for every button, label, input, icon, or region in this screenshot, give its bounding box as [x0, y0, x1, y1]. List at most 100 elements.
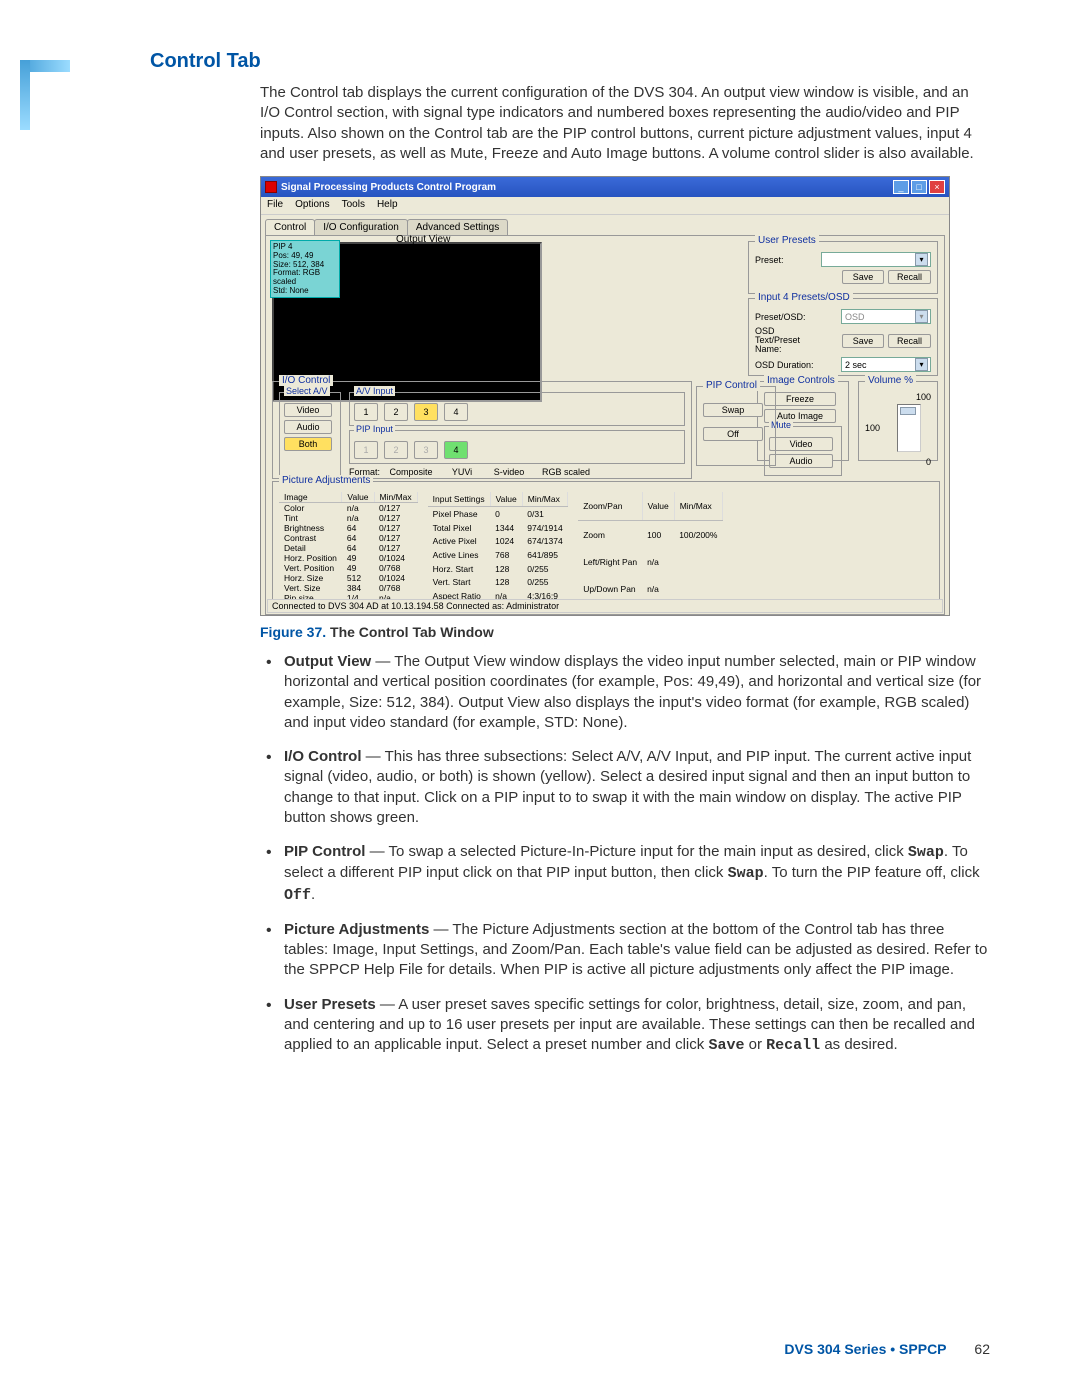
list-item: I/O Control — This has three subsections…	[260, 747, 990, 828]
menu-help[interactable]: Help	[377, 199, 398, 212]
intro-paragraph: The Control tab displays the current con…	[260, 83, 990, 164]
av-input-1[interactable]: 1	[354, 403, 378, 421]
select-both-button[interactable]: Both	[284, 437, 332, 451]
table-row[interactable]: Horz. Size5120/1024	[279, 573, 417, 583]
pip-input-2[interactable]: 2	[384, 441, 408, 459]
preset-select[interactable]: ▾	[821, 252, 931, 267]
mute-video-button[interactable]: Video	[769, 437, 833, 451]
minimize-button[interactable]: _	[893, 180, 909, 194]
volume-legend: Volume %	[865, 375, 916, 386]
preset-recall-button[interactable]: Recall	[888, 270, 931, 284]
close-button[interactable]: ×	[929, 180, 945, 194]
pip-input-1[interactable]: 1	[354, 441, 378, 459]
app-window: Signal Processing Products Control Progr…	[260, 176, 950, 616]
table-row[interactable]: Vert. Size3840/768	[279, 583, 417, 593]
table-header: Value	[642, 492, 674, 520]
image-table: ImageValueMin/MaxColorn/a0/127Tintn/a0/1…	[279, 492, 418, 603]
preset-osd-select[interactable]: OSD▾	[841, 309, 931, 324]
corner-accent-v	[20, 60, 30, 130]
volume-slider[interactable]	[897, 404, 921, 452]
maximize-button[interactable]: □	[911, 180, 927, 194]
table-row[interactable]: Pixel Phase00/31	[428, 506, 568, 520]
preset-osd-label: Preset/OSD:	[755, 312, 806, 322]
table-row[interactable]: Vert. Start1280/255	[428, 576, 568, 590]
table-row[interactable]: Total Pixel1344974/1914	[428, 521, 568, 535]
pip-swap-button[interactable]: Swap	[703, 403, 763, 417]
table-row[interactable]: Active Lines768641/895	[428, 548, 568, 562]
osd-duration-label: OSD Duration:	[755, 360, 814, 370]
picture-adjustments-group: Picture Adjustments ImageValueMin/MaxCol…	[272, 481, 940, 603]
page-footer: DVS 304 Series • SPPCP 62	[784, 1341, 990, 1357]
av-input-legend: A/V Input	[354, 386, 395, 396]
table-row[interactable]: Detail640/127	[279, 543, 417, 553]
menubar: File Options Tools Help	[261, 197, 949, 215]
app-icon	[265, 181, 277, 193]
tab-advanced-settings[interactable]: Advanced Settings	[407, 219, 508, 235]
table-header: Min/Max	[674, 492, 722, 520]
table-row[interactable]: Tintn/a0/127	[279, 513, 417, 523]
image-controls-legend: Image Controls	[764, 375, 838, 386]
pip-input-4[interactable]: 4	[444, 441, 468, 459]
input-settings-table: Input SettingsValueMin/MaxPixel Phase00/…	[428, 492, 569, 603]
io-control-legend: I/O Control	[279, 375, 333, 386]
pip-input-legend: PIP Input	[354, 424, 395, 434]
footer-breadcrumb: DVS 304 Series • SPPCP	[784, 1341, 946, 1357]
input4-recall-button[interactable]: Recall	[888, 334, 931, 348]
av-input-2[interactable]: 2	[384, 403, 408, 421]
preset-save-button[interactable]: Save	[842, 270, 884, 284]
table-row[interactable]: Brightness640/127	[279, 523, 417, 533]
select-audio-button[interactable]: Audio	[284, 420, 332, 434]
titlebar: Signal Processing Products Control Progr…	[261, 177, 949, 197]
input4-save-button[interactable]: Save	[842, 334, 884, 348]
pip-off-button[interactable]: Off	[703, 427, 763, 441]
page-number: 62	[974, 1341, 990, 1357]
select-av-legend: Select A/V	[284, 386, 330, 396]
table-header: Min/Max	[522, 492, 567, 506]
chevron-down-icon: ▾	[915, 358, 928, 371]
pip-line: Format: RGB scaled	[273, 269, 337, 287]
select-video-button[interactable]: Video	[284, 403, 332, 417]
user-presets-legend: User Presets	[755, 235, 819, 246]
figure-caption: Figure 37. The Control Tab Window	[260, 624, 990, 640]
mute-audio-button[interactable]: Audio	[769, 454, 833, 468]
table-header: Zoom/Pan	[578, 492, 642, 520]
pip-thumbnail: PIP 4 Pos: 49, 49 Size: 512, 384 Format:…	[270, 240, 340, 298]
format-3: S-video	[486, 467, 532, 477]
volume-min: 0	[865, 457, 931, 467]
av-input-3[interactable]: 3	[414, 403, 438, 421]
table-row[interactable]: Colorn/a0/127	[279, 503, 417, 514]
osd-duration-select[interactable]: 2 sec▾	[841, 357, 931, 372]
table-row[interactable]: Vert. Position490/768	[279, 563, 417, 573]
volume-max: 100	[865, 392, 931, 402]
page-heading: Control Tab	[150, 50, 990, 73]
table-header: Value	[490, 492, 522, 506]
tab-panel-control: Output View PIP 4 Pos: 49, 49 Size: 512,…	[265, 235, 945, 615]
tab-control[interactable]: Control	[265, 219, 315, 235]
table-row[interactable]: Horz. Position490/1024	[279, 553, 417, 563]
menu-options[interactable]: Options	[295, 199, 329, 212]
pip-control-legend: PIP Control	[703, 380, 760, 391]
table-header: Image	[279, 492, 342, 503]
table-row[interactable]: Zoom100100/200%	[578, 520, 722, 548]
av-input-4[interactable]: 4	[444, 403, 468, 421]
table-row[interactable]: Horz. Start1280/255	[428, 562, 568, 576]
list-item: Picture Adjustments — The Picture Adjust…	[260, 920, 990, 981]
format-1: Composite	[384, 467, 438, 477]
menu-file[interactable]: File	[267, 199, 283, 212]
volume-current: 100	[865, 423, 880, 433]
pip-input-3[interactable]: 3	[414, 441, 438, 459]
format-2: YUVi	[442, 467, 482, 477]
table-row[interactable]: Contrast640/127	[279, 533, 417, 543]
pip-line: Std: None	[273, 287, 337, 296]
tab-io-configuration[interactable]: I/O Configuration	[314, 219, 408, 235]
slider-handle[interactable]	[900, 407, 916, 415]
table-header: Value	[342, 492, 374, 503]
bullet-list: Output View — The Output View window dis…	[260, 652, 990, 1056]
status-bar: Connected to DVS 304 AD at 10.13.194.58 …	[267, 599, 943, 613]
table-row[interactable]: Left/Right Pann/a	[578, 549, 722, 576]
table-row[interactable]: Active Pixel1024674/1374	[428, 534, 568, 548]
preset-label: Preset:	[755, 255, 784, 265]
menu-tools[interactable]: Tools	[342, 199, 365, 212]
chevron-down-icon: ▾	[915, 253, 928, 266]
pip-control-group: PIP Control Swap Off	[696, 386, 776, 466]
